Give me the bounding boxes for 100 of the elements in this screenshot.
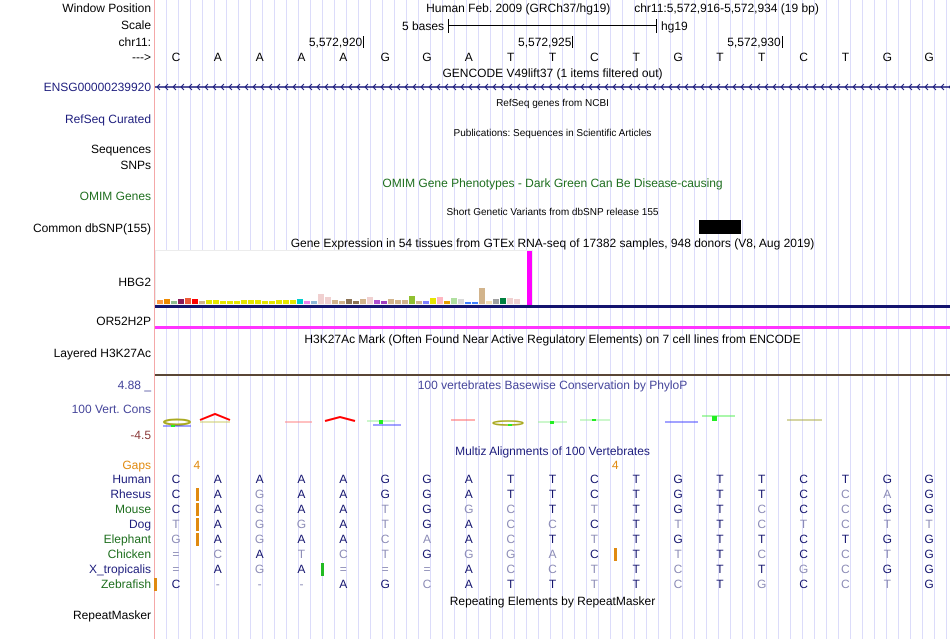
aligned-base: C	[172, 577, 180, 591]
gap-count: 4	[612, 458, 619, 472]
track-title: Repeating Elements by RepeatMasker	[450, 594, 656, 608]
aligned-base: =	[172, 547, 180, 561]
aligned-base: G	[464, 547, 474, 561]
assembly-name: Human Feb. 2009 (GRCh37/hg19)	[426, 0, 610, 17]
aligned-base: G	[380, 577, 390, 591]
coordinate-tick: 5,572,920	[308, 36, 364, 48]
aligned-base: C	[841, 577, 850, 591]
aligned-base: G	[380, 487, 390, 501]
aligned-base: C	[548, 517, 557, 531]
row-label: chr11:	[118, 34, 151, 50]
track-label: Sequences	[90, 141, 151, 157]
track-label: OR52H2P	[96, 314, 151, 328]
aligned-base: T	[884, 577, 891, 591]
aligned-base: C	[799, 547, 808, 561]
aligned-base: G	[171, 532, 181, 546]
aligned-base: G	[924, 502, 934, 516]
aligned-base: T	[716, 502, 724, 516]
track-label: -4.5	[130, 428, 151, 442]
aligned-base: T	[842, 472, 850, 486]
aligned-base: =	[423, 562, 430, 576]
aligned-base: T	[590, 562, 598, 576]
aligned-base: C	[590, 517, 599, 531]
aligned-base: G	[673, 472, 683, 486]
track-label: 100 Vert. Cons	[72, 402, 151, 416]
base-letter: C	[798, 50, 809, 64]
aligned-base: G	[924, 472, 934, 486]
base-letter: T	[506, 50, 516, 64]
aligned-base: C	[674, 562, 682, 576]
coordinate-tick: 5,572,930	[727, 36, 783, 48]
aligned-base: -	[216, 577, 220, 591]
aligned-base: T	[884, 547, 891, 561]
aligned-base: C	[841, 487, 850, 501]
aligned-base: A	[548, 547, 556, 561]
aligned-base: A	[883, 487, 892, 501]
aligned-base: C	[799, 472, 808, 486]
aligned-base: G	[464, 502, 474, 516]
aligned-base: C	[799, 502, 808, 516]
aligned-base: G	[254, 517, 264, 531]
base-letter: G	[672, 50, 684, 64]
aligned-base: T	[506, 487, 514, 501]
aligned-base: T	[716, 562, 724, 576]
aligned-base: T	[381, 517, 389, 531]
aligned-base: T	[381, 502, 389, 516]
aligned-base: G	[924, 547, 934, 561]
aligned-base: T	[716, 487, 724, 501]
position-range: chr11:5,572,916-5,572,934 (19 bp)	[634, 0, 819, 17]
aligned-base: A	[339, 517, 348, 531]
base-letter: G	[923, 50, 935, 64]
variant-block	[698, 220, 741, 234]
aligned-base: C	[506, 562, 515, 576]
aligned-base: C	[338, 547, 348, 561]
base-letter: A	[212, 50, 223, 64]
aligned-base: A	[214, 532, 222, 546]
aligned-base: T	[632, 532, 640, 546]
aligned-base: -	[258, 577, 262, 591]
track-label: OMIM Genes	[80, 189, 151, 203]
track-title: RefSeq genes from NCBI	[496, 98, 609, 110]
aligned-base: A	[256, 472, 264, 486]
aligned-base: G	[254, 502, 264, 516]
aligned-base: A	[297, 532, 306, 546]
aligned-base: T	[298, 547, 306, 561]
aligned-base: T	[381, 547, 389, 561]
scale-span: 5 bases	[400, 18, 445, 32]
aligned-base: T	[548, 532, 556, 546]
aligned-base: A	[339, 502, 348, 516]
aligned-base: T	[548, 487, 556, 501]
aligned-base: T	[674, 517, 682, 531]
track-label: HBG2	[118, 275, 151, 289]
aligned-base: T	[548, 502, 556, 516]
aligned-base: T	[590, 532, 598, 546]
aligned-base: T	[590, 502, 598, 516]
aligned-base: C	[757, 547, 766, 561]
aligned-base: A	[214, 562, 222, 576]
base-letter: C	[588, 50, 600, 64]
aligned-base: A	[297, 487, 306, 501]
aligned-base: A	[297, 502, 306, 516]
aligned-base: T	[758, 472, 766, 486]
species-label: X_tropicalis	[88, 562, 151, 577]
aligned-base: =	[172, 562, 180, 576]
track-title: H3K27Ac Mark (Often Found Near Active Regulatory Elements) on 7 cell lines from ENCODE	[304, 332, 801, 346]
base-letter: G	[379, 50, 391, 64]
aligned-base: T	[506, 472, 514, 486]
aligned-base: G	[422, 472, 432, 486]
aligned-base: G	[296, 517, 306, 531]
base-letter: C	[170, 50, 182, 64]
track-title: OMIM Gene Phenotypes - Dark Green Can Be Disease-causing	[382, 176, 723, 190]
aligned-base: G	[882, 472, 892, 486]
aligned-base: A	[339, 487, 348, 501]
aligned-base: T	[632, 517, 640, 531]
species-label: Human	[112, 472, 151, 487]
aligned-base: C	[506, 517, 515, 531]
aligned-base: G	[422, 517, 432, 531]
aligned-base: T	[716, 577, 724, 591]
aligned-base: C	[213, 547, 222, 561]
species-label: Mouse	[114, 502, 151, 517]
aligned-base: A	[214, 487, 222, 501]
aligned-base: =	[340, 562, 347, 576]
track-label: 4.88 _	[118, 378, 151, 392]
